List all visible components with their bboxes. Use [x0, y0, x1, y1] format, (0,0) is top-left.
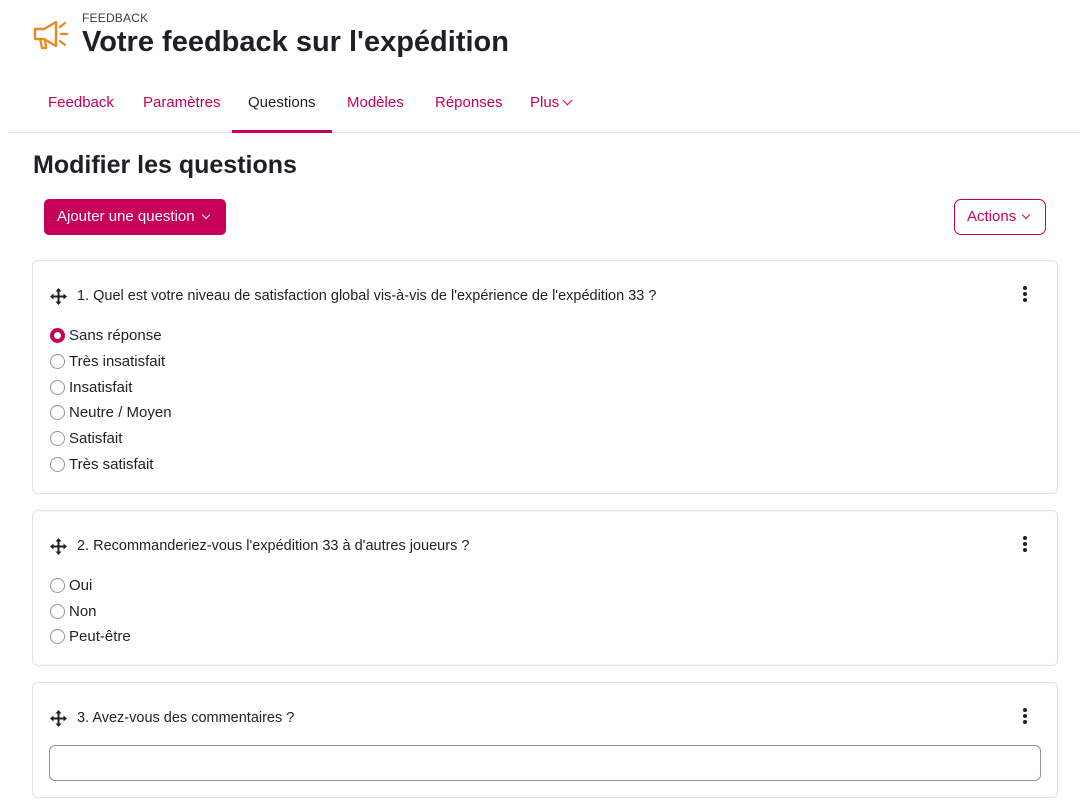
tab-label: Feedback [48, 94, 114, 111]
tab-label: Paramètres [143, 94, 221, 111]
activity-type-label: FEEDBACK [82, 11, 149, 25]
chevron-down-icon [1021, 210, 1031, 220]
radio-button[interactable] [50, 578, 65, 593]
chevron-down-icon [562, 95, 573, 106]
radio-label: Non [69, 603, 97, 620]
radio-button[interactable] [50, 431, 65, 446]
question-card: 1. Quel est votre niveau de satisfaction… [32, 260, 1058, 494]
radio-label: Sans réponse [69, 327, 162, 344]
radio-button[interactable] [50, 380, 65, 395]
tab-label: Modèles [347, 94, 404, 111]
tab-modeles[interactable]: Modèles [331, 84, 420, 132]
move-icon[interactable] [50, 710, 67, 727]
radio-label: Très satisfait [69, 456, 154, 473]
tab-plus[interactable]: Plus [514, 84, 587, 132]
add-question-button[interactable]: Ajouter une question [44, 199, 226, 235]
radio-label: Peut-être [69, 628, 131, 645]
tab-label: Réponses [435, 94, 503, 111]
radio-button[interactable] [50, 604, 65, 619]
question-card: 2. Recommanderiez-vous l'expédition 33 à… [32, 510, 1058, 666]
megaphone-icon [33, 20, 69, 50]
add-question-label: Ajouter une question [57, 208, 195, 225]
section-title: Modifier les questions [33, 151, 297, 179]
tab-label: Questions [248, 94, 316, 111]
radio-button[interactable] [50, 457, 65, 472]
radio-label: Insatisfait [69, 379, 133, 396]
question-card: 3. Avez-vous des commentaires ? [32, 682, 1058, 798]
radio-button[interactable] [50, 405, 65, 420]
radio-button[interactable] [50, 328, 65, 343]
actions-button[interactable]: Actions [954, 199, 1046, 235]
radio-button[interactable] [50, 354, 65, 369]
tab-label: Plus [530, 94, 560, 111]
actions-label: Actions [967, 208, 1017, 225]
move-icon[interactable] [50, 288, 67, 305]
secondary-navigation: Feedback Paramètres Questions Modèles Ré… [8, 84, 1080, 133]
comment-input[interactable] [49, 745, 1041, 781]
move-icon[interactable] [50, 538, 67, 555]
question-text: 2. Recommanderiez-vous l'expédition 33 à… [77, 538, 470, 554]
radio-label: Oui [69, 577, 93, 594]
radio-label: Neutre / Moyen [69, 404, 172, 421]
tab-reponses[interactable]: Réponses [419, 84, 519, 132]
page-header: FEEDBACK Votre feedback sur l'expédition [32, 10, 1032, 70]
kebab-menu-icon[interactable] [1018, 285, 1032, 303]
tab-parametres[interactable]: Paramètres [127, 84, 237, 132]
tab-questions[interactable]: Questions [232, 84, 332, 133]
radio-label: Très insatisfait [69, 353, 166, 370]
question-text: 1. Quel est votre niveau de satisfaction… [77, 288, 657, 304]
radio-button[interactable] [50, 629, 65, 644]
kebab-menu-icon[interactable] [1018, 535, 1032, 553]
question-text: 3. Avez-vous des commentaires ? [77, 710, 295, 726]
tab-feedback[interactable]: Feedback [32, 84, 130, 132]
kebab-menu-icon[interactable] [1018, 707, 1032, 725]
radio-label: Satisfait [69, 430, 123, 447]
page-heading: Votre feedback sur l'expédition [82, 26, 509, 58]
chevron-down-icon [201, 210, 210, 220]
